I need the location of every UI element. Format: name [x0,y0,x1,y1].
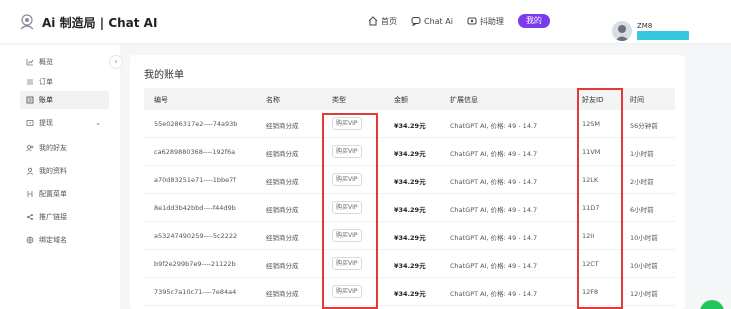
cell-id: a70d83251e71----1bbe7f [154,176,236,184]
cell-time: 56分钟前 [630,122,658,130]
cell-ext-info: ChatGPT AI, 价格: 49 - 14.7 [450,150,538,158]
cell-amount: ¥34.29元 [394,262,426,270]
logo-icon [20,14,34,30]
sidebar-item-orders[interactable]: 订单 [20,73,109,91]
sidebar-item-friends[interactable]: 我的好友 [20,139,109,157]
avatar-image [615,25,629,41]
cell-amount: ¥34.29元 [394,178,426,186]
cell-ext-info: ChatGPT AI, 价格: 49 - 14.7 [450,290,538,298]
sidebar-item-overview[interactable]: 概览 [20,53,109,71]
cell-id: 8e1dd3b42bbd----f44d9b [154,204,236,212]
friends-icon [26,145,34,152]
cell-amount: ¥34.29元 [394,290,426,298]
share-icon [27,214,33,220]
sidebar-item-label: 绑定域名 [39,236,67,244]
nav-assistant[interactable]: 抖助理 [467,16,504,27]
cell-id: 7395c7a10c71----7e84a4 [154,288,237,296]
sidebar-collapse-button[interactable]: ‹ [109,55,123,69]
cell-amount: ¥34.29元 [394,150,426,158]
cell-amount: ¥34.29元 [394,206,426,214]
top-nav: 首页 Chat Ai 抖助理 我的 [368,14,550,28]
sidebar-item-promo-link[interactable]: 推广链接 [20,208,109,226]
sidebar-item-withdraw[interactable]: 提现 ⌄ [20,114,109,132]
cell-time: 10小时前 [630,262,658,270]
column-header-time: 时间 [630,96,644,104]
cell-name: 经销商分成 [266,206,299,214]
cell-id: ca6289880368----192f6a [154,148,236,156]
bill-icon [26,96,34,104]
home-icon [368,16,378,26]
friend-id-column-highlight [577,88,623,309]
bills-card: 我的账单 编号 名称 类型 金额 扩展信息 好友ID 时间 55e0286317… [130,55,685,309]
top-bar: Ai 制造局 | Chat AI 首页 Chat Ai 抖助理 我的 ZM8 [0,0,731,44]
withdraw-icon [26,120,34,126]
nav-chat-ai[interactable]: Chat Ai [411,16,453,26]
username: ZM8 [637,22,653,30]
sidebar-item-label: 我的资料 [39,167,67,175]
help-chat-button[interactable] [700,300,724,309]
column-header-ext: 扩展信息 [450,96,478,104]
cell-id: a53247490259----5c2222 [154,232,238,240]
sidebar-item-menu-config[interactable]: 配置菜单 [20,185,109,203]
nav-mine-pill[interactable]: 我的 [517,14,550,28]
sidebar-item-label: 账单 [39,96,53,104]
brand-title: Ai 制造局 | Chat AI [42,15,158,30]
avatar[interactable] [612,21,632,41]
cell-ext-info: ChatGPT AI, 价格: 49 - 14.7 [450,206,538,214]
sidebar-item-bind-domain[interactable]: 绑定域名 [20,231,109,249]
cell-amount: ¥34.29元 [394,234,426,242]
sidebar-item-label: 订单 [39,78,53,86]
list-icon [27,79,33,85]
cell-name: 经销商分成 [266,290,299,298]
assistant-icon [467,17,477,25]
sidebar-item-label: 提现 [39,119,53,127]
chart-icon [26,59,34,66]
cell-id: b9f2e299b7e9----21122b [154,260,236,268]
cell-name: 经销商分成 [266,150,299,158]
user-icon [26,167,34,175]
column-header-amount: 金额 [394,96,408,104]
nav-chat-label: Chat Ai [424,16,453,26]
cell-time: 10小时前 [630,234,658,242]
globe-icon [26,236,34,244]
cell-ext-info: ChatGPT AI, 价格: 49 - 14.7 [450,234,538,242]
cell-name: 经销商分成 [266,122,299,130]
brand[interactable]: Ai 制造局 | Chat AI [18,13,157,31]
username-redaction [637,31,689,40]
cell-name: 经销商分成 [266,178,299,186]
page-title: 我的账单 [144,70,184,81]
chevron-down-icon: ⌄ [95,119,101,127]
column-header-name: 名称 [266,96,280,104]
column-header-id: 编号 [154,96,168,104]
cell-time: 12小时前 [630,290,658,298]
menu-config-icon [27,191,33,197]
sidebar-item-label: 概览 [39,58,53,66]
cell-id: 55e0286317e2----74a93b [154,120,238,128]
cell-ext-info: ChatGPT AI, 价格: 49 - 14.7 [450,262,538,270]
type-column-highlight [322,113,378,309]
cell-name: 经销商分成 [266,262,299,270]
nav-assistant-label: 抖助理 [479,16,504,26]
cell-time: 2小时前 [630,178,654,186]
nav-home-label: 首页 [381,16,397,26]
cell-amount: ¥34.29元 [394,122,426,130]
cell-ext-info: ChatGPT AI, 价格: 49 - 14.7 [450,178,538,186]
cell-time: 6小时前 [630,206,654,214]
sidebar-item-bills[interactable]: 账单 [20,91,109,109]
cell-name: 经销商分成 [266,234,299,242]
sidebar-item-label: 我的好友 [39,144,67,152]
sidebar-item-label: 配置菜单 [39,190,67,198]
sidebar-item-label: 推广链接 [39,213,67,221]
cell-time: 1小时前 [630,150,654,158]
nav-home[interactable]: 首页 [368,16,397,27]
chat-icon [411,17,421,26]
cell-ext-info: ChatGPT AI, 价格: 49 - 14.7 [450,122,538,130]
column-header-type: 类型 [332,96,346,104]
sidebar-item-profile[interactable]: 我的资料 [20,162,109,180]
